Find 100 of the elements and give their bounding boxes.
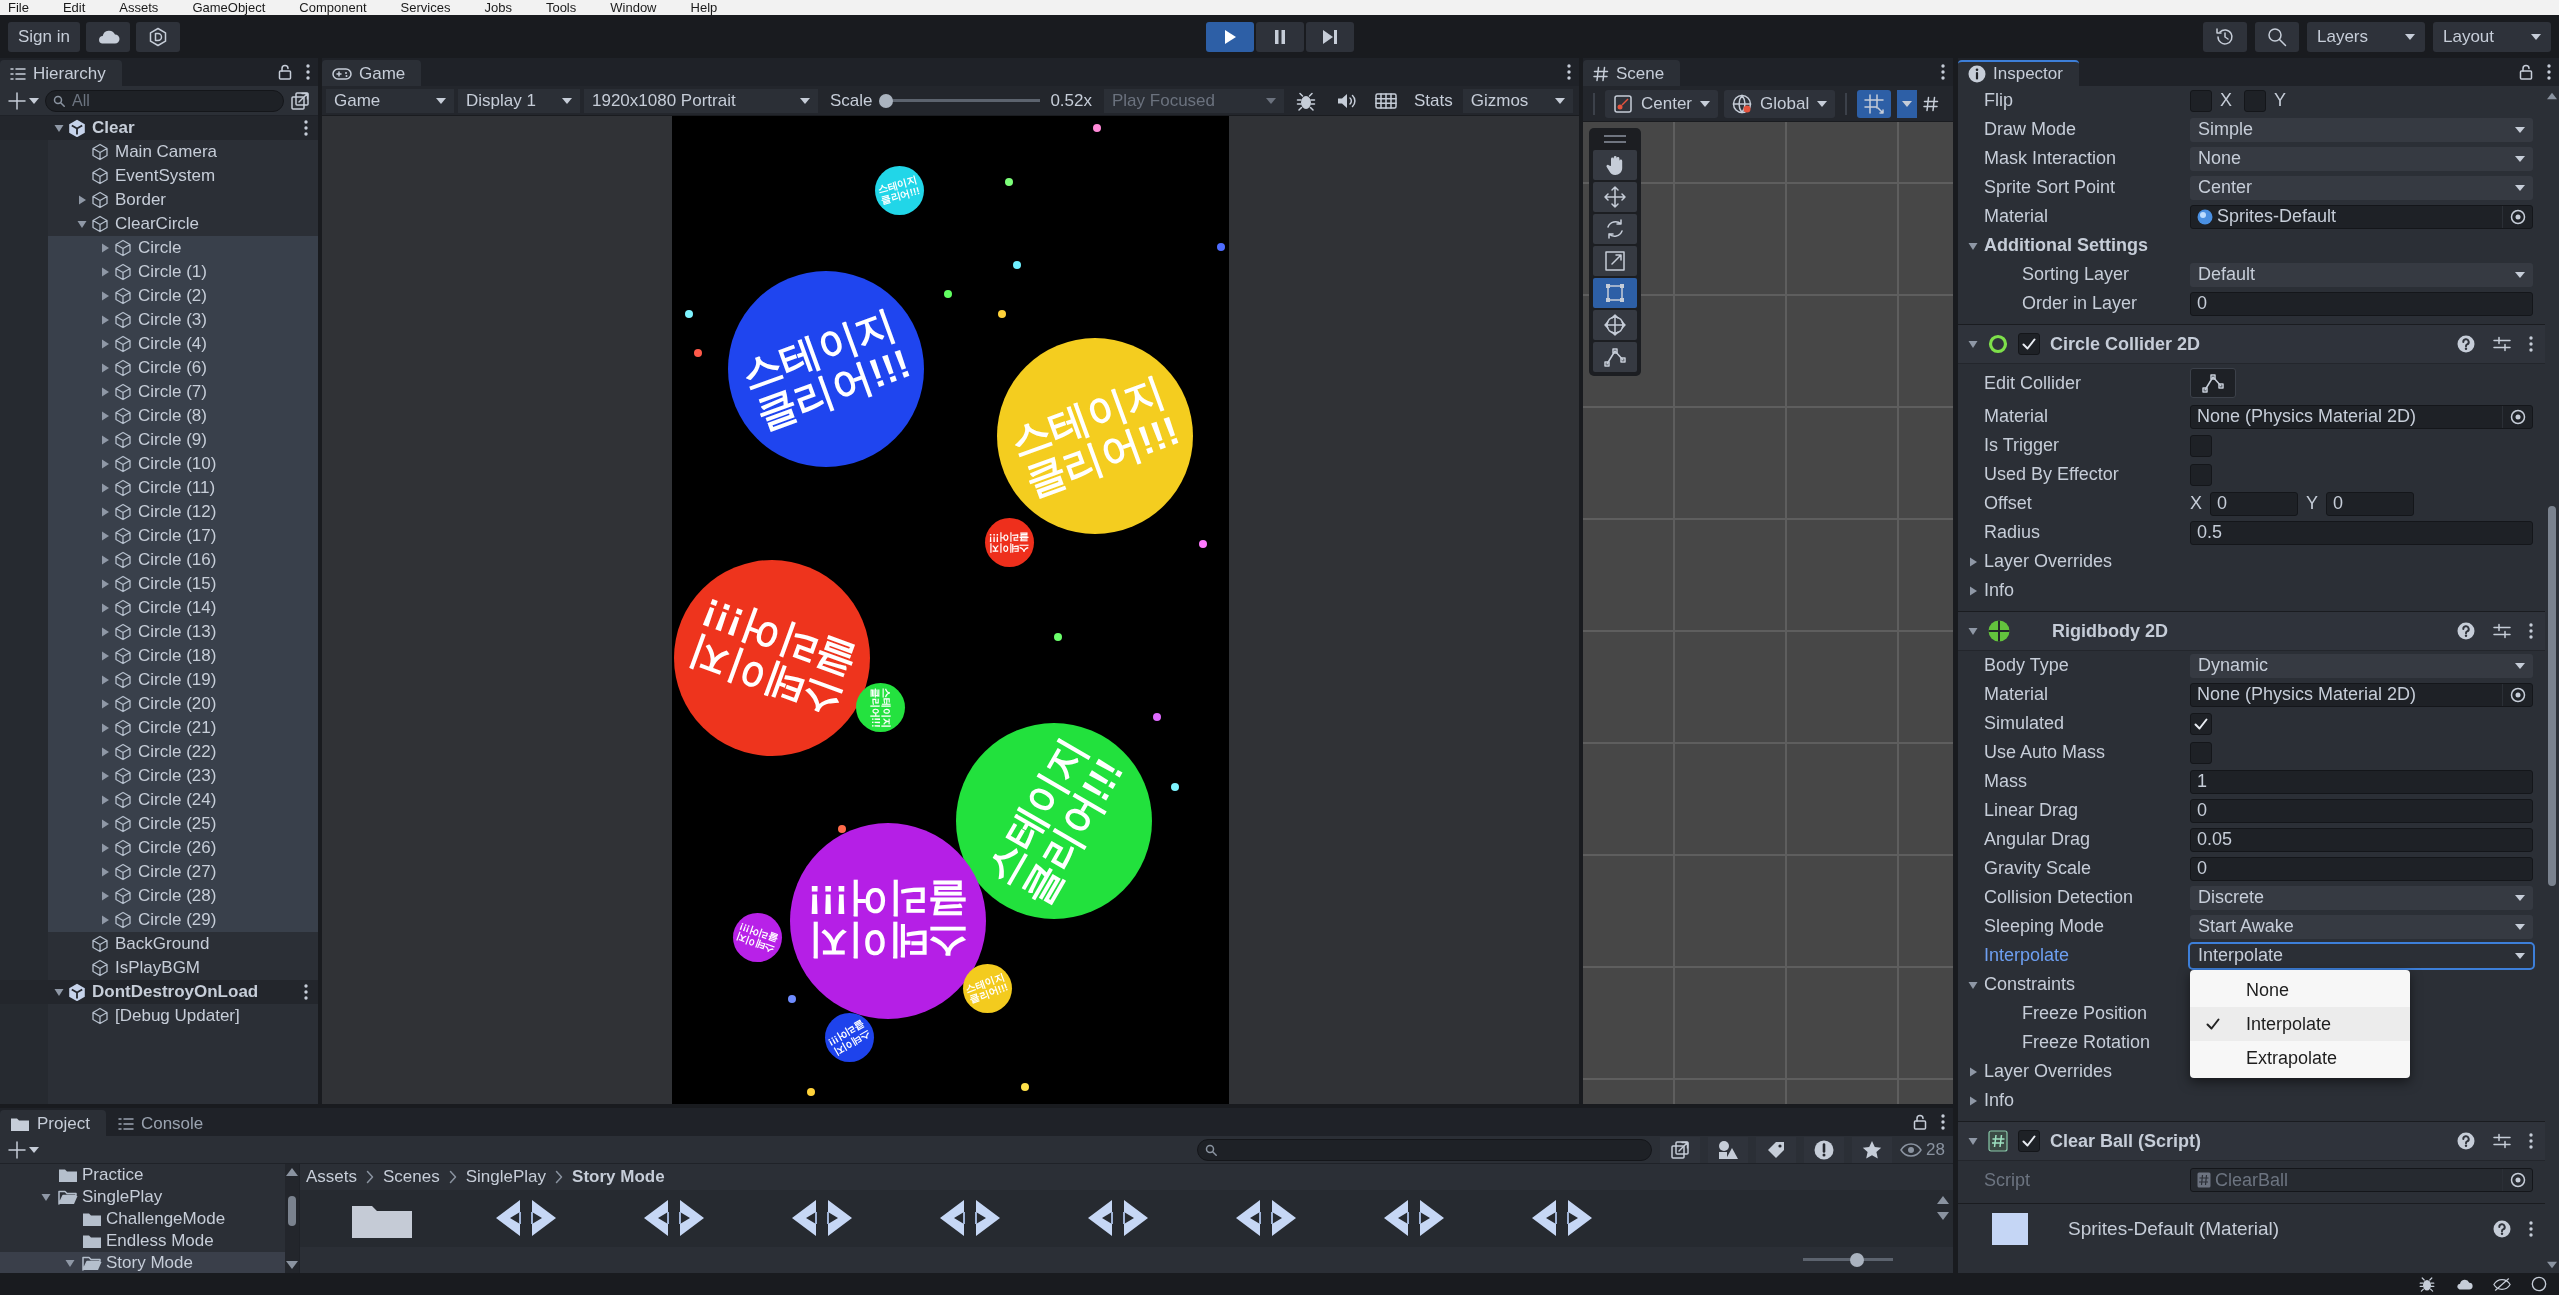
grid-snap-menu-button[interactable]	[1897, 89, 1918, 118]
hierarchy-item[interactable]: [Debug Updater]	[0, 1004, 318, 1028]
bug-icon[interactable]	[2419, 1276, 2435, 1292]
pause-button[interactable]	[1255, 21, 1304, 52]
help-icon[interactable]	[2457, 1132, 2475, 1150]
expand-arrow-icon[interactable]	[65, 1258, 75, 1268]
stats-button[interactable]: Stats	[1408, 88, 1459, 113]
expand-arrow-icon[interactable]	[100, 387, 110, 397]
expand-arrow-icon[interactable]	[1968, 339, 1978, 349]
number-field[interactable]: 1	[2190, 769, 2533, 794]
display-dropdown[interactable]: Display 1	[458, 88, 580, 113]
search-field[interactable]: All	[45, 89, 284, 112]
panel-tab[interactable]: Console	[107, 1110, 220, 1136]
presets-icon[interactable]	[2493, 623, 2511, 639]
expand-button[interactable]	[1660, 1136, 1701, 1163]
menu-item[interactable]: Component	[299, 0, 367, 15]
menu-item[interactable]: Jobs	[484, 0, 512, 15]
tool-button[interactable]	[1593, 214, 1637, 244]
lock-icon[interactable]	[278, 64, 292, 80]
number-field[interactable]: 0	[2190, 291, 2533, 316]
breadcrumb-link[interactable]: SinglePlay	[465, 1167, 547, 1187]
expand-icon[interactable]	[290, 90, 310, 111]
panel-tab[interactable]: Inspector	[1958, 60, 2079, 86]
more-icon[interactable]	[1941, 1114, 1945, 1130]
expand-arrow-icon[interactable]	[100, 651, 110, 661]
foldout[interactable]: Layer Overrides	[1968, 551, 2113, 572]
lock-icon[interactable]	[2519, 64, 2533, 80]
pivot-dropdown[interactable]: Center	[1605, 89, 1719, 118]
presets-icon[interactable]	[2493, 336, 2511, 352]
menu-item[interactable]: File	[8, 0, 29, 15]
help-icon[interactable]	[2493, 1219, 2511, 1238]
expand-arrow-icon[interactable]	[100, 291, 110, 301]
tool-button[interactable]	[1593, 310, 1637, 340]
gizmos-dropdown[interactable]: Gizmos	[1462, 88, 1573, 113]
dropdown[interactable]: Dynamic	[2190, 653, 2533, 678]
dropdown[interactable]: None	[2190, 146, 2533, 171]
step-button[interactable]	[1305, 21, 1354, 52]
target-icon[interactable]	[2509, 686, 2526, 703]
more-icon[interactable]	[2547, 64, 2551, 80]
foldout[interactable]: Additional Settings	[1968, 235, 2148, 256]
enable-checkbox[interactable]	[2018, 333, 2040, 355]
folder-item[interactable]: Practice	[0, 1164, 285, 1186]
foldout[interactable]: Layer Overrides	[1968, 1061, 2113, 1082]
expand-arrow-icon[interactable]	[100, 579, 110, 589]
panel-tab[interactable]: Scene	[1583, 60, 1681, 86]
scroll-down-icon[interactable]	[2547, 1261, 2557, 1269]
object-field[interactable]: None (Physics Material 2D)	[2190, 404, 2533, 429]
panel-tab[interactable]: Game	[322, 60, 422, 86]
checkbox[interactable]	[2190, 463, 2212, 486]
menu-item[interactable]: GameObject	[192, 0, 266, 15]
more-icon[interactable]	[304, 120, 308, 136]
number-field[interactable]: 0	[2210, 491, 2298, 516]
ring-icon[interactable]	[2531, 1276, 2547, 1292]
expand-arrow-icon[interactable]	[100, 315, 110, 325]
lock-icon[interactable]	[1913, 1114, 1927, 1130]
number-field[interactable]: 0	[2326, 491, 2415, 516]
hierarchy-item[interactable]: Border	[0, 188, 318, 212]
settings-button[interactable]	[136, 21, 180, 52]
expand-arrow-icon[interactable]	[100, 459, 110, 469]
object-field[interactable]: Sprites-Default	[2190, 204, 2533, 229]
folder-item[interactable]: ChallengeMode	[0, 1208, 285, 1230]
label-filter-button[interactable]	[1756, 1136, 1797, 1163]
cloud-button[interactable]	[86, 21, 130, 52]
breadcrumb-link[interactable]: Scenes	[383, 1167, 440, 1187]
expand-arrow-icon[interactable]	[100, 627, 110, 637]
expand-arrow-icon[interactable]	[1968, 626, 1978, 636]
dropdown[interactable]: Center	[2190, 175, 2533, 200]
menu-option[interactable]: Extrapolate	[2190, 1041, 2410, 1075]
scroll-up-icon[interactable]	[2547, 92, 2557, 100]
log-filter-button[interactable]	[1804, 1136, 1845, 1163]
number-field[interactable]: 0.5	[2190, 520, 2533, 545]
menu-item[interactable]: Window	[610, 0, 657, 15]
expand-arrow-icon[interactable]	[100, 483, 110, 493]
scroll-up-icon[interactable]	[1937, 1196, 1949, 1204]
add-button[interactable]	[8, 91, 39, 110]
number-field[interactable]: 0	[2190, 798, 2533, 823]
sign-in-button[interactable]: Sign in	[8, 21, 80, 52]
dropdown[interactable]: Interpolate	[2190, 943, 2533, 968]
expand-arrow-icon[interactable]	[100, 867, 110, 877]
tool-button[interactable]	[1593, 342, 1637, 372]
menu-item[interactable]: Edit	[62, 0, 86, 15]
folder-item[interactable]: Story Mode	[0, 1252, 285, 1273]
scene-item[interactable]: DontDestroyOnLoad	[0, 980, 318, 1004]
number-field[interactable]: 0	[2190, 856, 2533, 881]
more-icon[interactable]	[306, 64, 310, 80]
expand-arrow-icon[interactable]	[41, 1192, 51, 1202]
tool-button[interactable]	[1593, 246, 1637, 276]
resolution-dropdown[interactable]: 1920x1080 Portrait	[584, 88, 818, 113]
foldout[interactable]: Info	[1968, 580, 2015, 601]
layers-dropdown[interactable]: Layers	[2307, 21, 2425, 52]
expand-arrow-icon[interactable]	[100, 747, 110, 757]
play-button[interactable]	[1205, 21, 1254, 52]
target-icon[interactable]	[2509, 208, 2526, 225]
expand-arrow-icon[interactable]	[100, 843, 110, 853]
expand-arrow-icon[interactable]	[1968, 1136, 1978, 1146]
expand-arrow-icon[interactable]	[100, 435, 110, 445]
type-filter-button[interactable]	[1708, 1136, 1749, 1163]
expand-arrow-icon[interactable]	[100, 531, 110, 541]
hierarchy-item[interactable]: ClearCircle	[0, 212, 318, 236]
more-icon[interactable]	[2529, 1220, 2533, 1237]
